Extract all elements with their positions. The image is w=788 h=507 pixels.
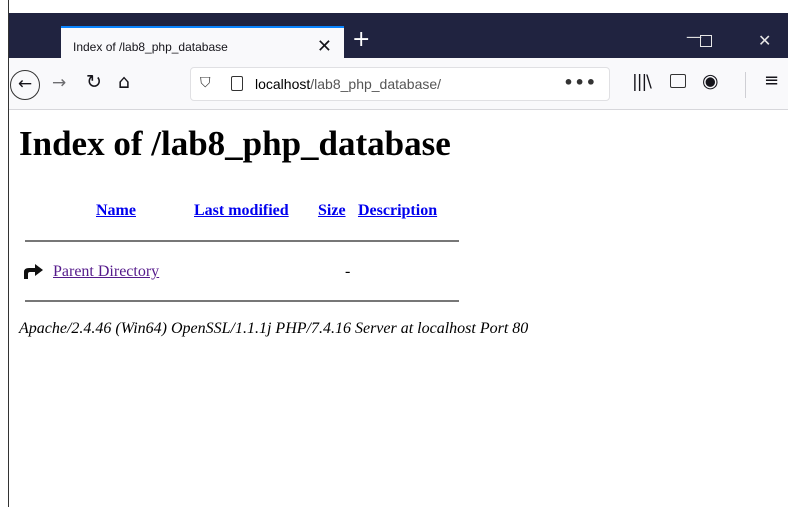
forward-icon[interactable]: → <box>52 73 66 93</box>
url-text[interactable]: localhost/lab8_php_database/ <box>255 76 441 92</box>
window-edge <box>0 0 9 507</box>
navigation-toolbar: ← → ↻ ⌂ ⛉ localhost/lab8_php_database/ •… <box>0 58 788 110</box>
shield-icon[interactable]: ⛉ <box>200 75 211 91</box>
toolbar-separator <box>745 72 746 98</box>
maximize-button[interactable] <box>700 35 712 47</box>
tab-title: Index of /lab8_php_database <box>73 40 228 54</box>
page-title: Index of /lab8_php_database <box>19 124 451 163</box>
account-icon[interactable]: ◉ <box>702 70 719 92</box>
close-window-button[interactable]: ✕ <box>758 31 771 50</box>
library-icon[interactable]: |||\ <box>632 72 652 92</box>
tab-strip: Index of /lab8_php_database ✕ + — ✕ <box>0 13 788 71</box>
column-size-header[interactable]: Size <box>318 202 346 220</box>
url-host: localhost <box>255 76 311 92</box>
header-divider <box>25 240 459 242</box>
reload-icon[interactable]: ↻ <box>86 71 102 93</box>
parent-directory-link[interactable]: Parent Directory <box>53 263 159 281</box>
tab-close-icon[interactable]: ✕ <box>317 36 332 57</box>
footer-divider <box>25 300 459 302</box>
new-tab-button[interactable]: + <box>352 27 370 52</box>
sidebar-icon[interactable] <box>670 74 686 88</box>
page-actions-button[interactable]: ••• <box>563 73 597 92</box>
page-icon[interactable] <box>231 76 243 91</box>
url-path: /lab8_php_database/ <box>310 76 442 92</box>
column-last-modified-header[interactable]: Last modified <box>194 202 289 220</box>
column-name-header[interactable]: Name <box>96 202 136 220</box>
back-icon[interactable]: ← <box>10 70 40 100</box>
parent-directory-size: - <box>345 263 351 280</box>
server-signature: Apache/2.4.46 (Win64) OpenSSL/1.1.1j PHP… <box>19 320 529 337</box>
home-icon[interactable]: ⌂ <box>118 71 130 93</box>
address-bar[interactable]: ⛉ localhost/lab8_php_database/ ••• <box>190 67 610 101</box>
column-description-header[interactable]: Description <box>358 202 437 220</box>
parent-directory-icon <box>24 264 43 279</box>
menu-icon[interactable]: ≡ <box>764 70 779 91</box>
